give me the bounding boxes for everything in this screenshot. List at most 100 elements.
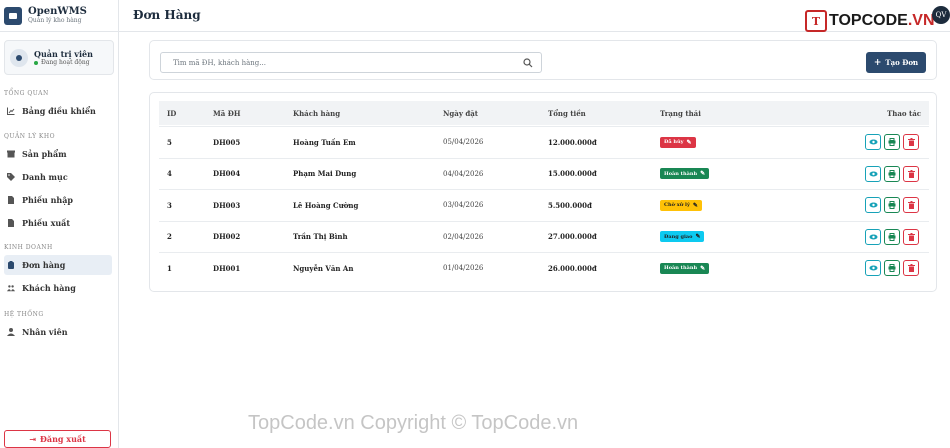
edit-icon: ✎: [686, 138, 692, 146]
row-actions: [865, 134, 919, 150]
eye-icon: [869, 234, 877, 239]
user-tie-icon: [7, 328, 15, 336]
sidebar-item-staff[interactable]: Nhân viên: [4, 322, 112, 342]
print-icon: [888, 138, 896, 146]
sidebar-item-label: Nhân viên: [22, 327, 68, 337]
header-avatar[interactable]: QV: [932, 6, 950, 24]
section-label-warehouse: QUẢN LÝ KHO: [4, 133, 56, 140]
view-button[interactable]: [865, 197, 881, 213]
eye-icon: [869, 265, 877, 271]
edit-icon: ✎: [692, 201, 698, 209]
cell-code: DH001: [213, 263, 241, 273]
plus-icon: +: [873, 57, 882, 68]
cell-status: Đã hủy ✎: [660, 136, 696, 148]
copyright-watermark: TopCode.vn Copyright © TopCode.vn: [248, 412, 579, 434]
sidebar-item-label: Sản phẩm: [22, 149, 67, 159]
delete-button[interactable]: [903, 260, 919, 276]
row-actions: [865, 260, 919, 276]
status-badge[interactable]: Hoàn thành ✎: [660, 262, 710, 274]
sidebar-item-label: Phiếu xuất: [22, 218, 71, 228]
file-icon: [8, 219, 14, 227]
sidebar-item-categories[interactable]: Danh mục: [4, 167, 112, 187]
status-text: Đã hủy: [664, 139, 684, 145]
table-row: 3 DH003 Lê Hoàng Cường 03/04/2026 5.500.…: [159, 189, 929, 220]
search-box[interactable]: [160, 52, 542, 73]
sidebar-item-label: Đơn hàng: [22, 260, 66, 270]
section-label-system: HỆ THỐNG: [4, 311, 44, 318]
delete-button[interactable]: [903, 197, 919, 213]
sidebar-item-import-receipts[interactable]: Phiếu nhập: [4, 190, 112, 210]
logout-button[interactable]: ⇥ Đăng xuất: [4, 430, 111, 448]
sidebar-item-label: Khách hàng: [22, 283, 76, 293]
cell-id: 5: [167, 137, 172, 147]
cell-status: Chờ xử lý ✎: [660, 199, 702, 211]
sidebar-item-customers[interactable]: Khách hàng: [4, 278, 112, 298]
table-row: 5 DH005 Hoàng Tuấn Em 05/04/2026 12.000.…: [159, 126, 929, 157]
print-button[interactable]: [884, 197, 900, 213]
section-label-overview: TỔNG QUAN: [4, 90, 49, 97]
sidebar-item-export-receipts[interactable]: Phiếu xuất: [4, 213, 112, 233]
view-button[interactable]: [865, 134, 881, 150]
cell-id: 4: [167, 169, 172, 178]
print-button[interactable]: [884, 165, 900, 182]
status-badge[interactable]: Chờ xử lý ✎: [660, 199, 702, 211]
table-row: 4 DH004 Phạm Mai Dung 04/04/2026 15.000.…: [159, 157, 929, 189]
orders-table-card: ID Mã ĐH Khách hàng Ngày đặt Tổng tiền T…: [149, 92, 937, 292]
delete-button[interactable]: [903, 165, 919, 182]
print-icon: [888, 201, 896, 209]
cell-status: Hoàn thành ✎: [660, 168, 710, 179]
cell-code: DH003: [213, 200, 241, 210]
clipboard-icon: [8, 261, 14, 269]
delete-button[interactable]: [903, 228, 919, 245]
sidebar-item-products[interactable]: Sản phẩm: [4, 144, 112, 164]
create-order-button[interactable]: + Tạo Đơn: [866, 52, 926, 73]
brand-title: OpenWMS: [28, 6, 87, 17]
sidebar-item-label: Danh mục: [22, 172, 68, 182]
cell-code: DH004: [213, 169, 241, 178]
sidebar-item-dashboard[interactable]: Bảng điều khiển: [4, 101, 112, 121]
status-badge[interactable]: Đã hủy ✎: [660, 136, 696, 148]
page-title: Đơn Hàng: [133, 8, 201, 22]
view-button[interactable]: [865, 260, 881, 276]
cell-total: 5.500.000đ: [548, 200, 592, 210]
sidebar-item-label: Bảng điều khiển: [22, 106, 96, 116]
sidebar: OpenWMS Quản lý kho hàng Quản trị viên Đ…: [0, 0, 119, 448]
toolbar-card: + Tạo Đơn: [149, 40, 937, 80]
print-button[interactable]: [884, 260, 900, 276]
cell-customer: Nguyễn Văn An: [293, 263, 354, 273]
print-button[interactable]: [884, 134, 900, 150]
cell-date: 04/04/2026: [443, 169, 484, 178]
brand[interactable]: OpenWMS Quản lý kho hàng: [0, 0, 118, 32]
file-icon: [8, 196, 14, 204]
header-total: Tổng tiền: [548, 108, 586, 118]
sidebar-item-orders[interactable]: Đơn hàng: [4, 255, 112, 275]
cell-total: 27.000.000đ: [548, 232, 597, 241]
view-button[interactable]: [865, 165, 881, 182]
trash-icon: [907, 264, 915, 272]
cell-date: 02/04/2026: [443, 232, 484, 241]
view-button[interactable]: [865, 228, 881, 245]
warehouse-icon: [4, 6, 22, 25]
status-badge[interactable]: Hoàn thành ✎: [660, 168, 710, 179]
eye-icon: [869, 202, 877, 208]
header-date: Ngày đặt: [443, 108, 478, 118]
cell-id: 1: [167, 263, 172, 273]
cell-total: 15.000.000đ: [548, 169, 597, 178]
cell-date: 03/04/2026: [443, 201, 484, 209]
trash-icon: [907, 201, 915, 209]
logo-text-main: TOPCODE: [829, 12, 908, 29]
delete-button[interactable]: [903, 134, 919, 150]
header-id: ID: [167, 108, 177, 118]
status-badge[interactable]: Đang giao ✎: [660, 231, 705, 242]
create-order-label: Tạo Đơn: [885, 58, 919, 67]
search-input[interactable]: [173, 58, 513, 67]
top-header: Đơn Hàng T TOPCODE.VN QV: [119, 0, 950, 32]
cell-date: 01/04/2026: [443, 264, 484, 272]
edit-icon: ✎: [700, 264, 706, 272]
edit-icon: ✎: [695, 233, 701, 240]
search-icon[interactable]: [523, 58, 533, 68]
box-icon: [7, 150, 15, 158]
print-button[interactable]: [884, 228, 900, 245]
header-customer: Khách hàng: [293, 108, 341, 118]
cell-id: 2: [167, 232, 172, 241]
